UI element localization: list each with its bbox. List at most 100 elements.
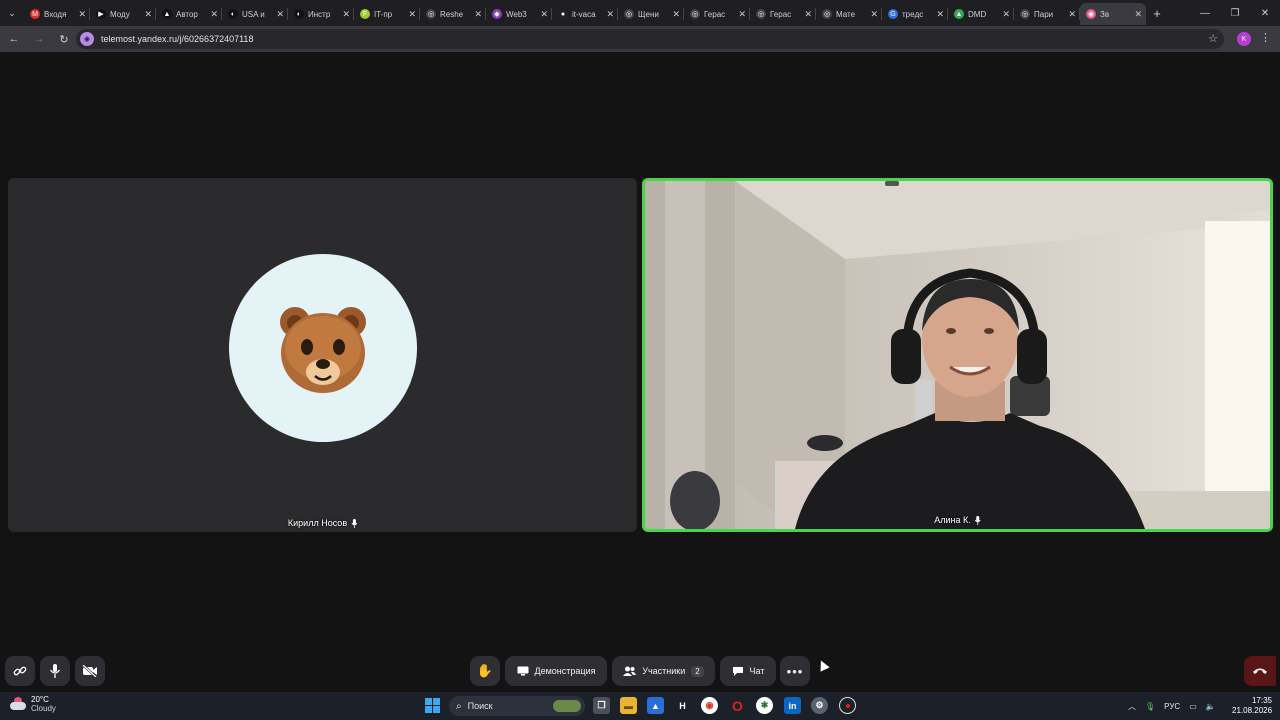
- volume-icon[interactable]: 🔈: [1206, 702, 1216, 711]
- settings-gear-icon[interactable]: ⚙: [811, 697, 828, 714]
- forward-arrow-icon[interactable]: →: [28, 28, 50, 50]
- tab-favicon-icon: ◎: [822, 9, 832, 19]
- input-language[interactable]: РУС: [1164, 702, 1180, 711]
- more-dots-icon: •••: [786, 663, 804, 679]
- copy-link-button[interactable]: [5, 656, 35, 686]
- tab-close-icon[interactable]: ✕: [870, 9, 878, 20]
- participants-label: Участники: [642, 666, 686, 676]
- close-window-icon[interactable]: ✕: [1250, 0, 1280, 26]
- tab-title: Инстр: [308, 9, 331, 19]
- browser-tab[interactable]: ▶ Моду ✕: [90, 3, 156, 25]
- tab-close-icon[interactable]: ✕: [804, 9, 812, 20]
- tray-mic-icon[interactable]: 🎙: [1145, 702, 1155, 711]
- active-speaker-tile[interactable]: Алина К.: [642, 178, 1273, 532]
- url-text[interactable]: telemost.yandex.ru/j/60266372407118: [101, 34, 253, 44]
- browser-tab[interactable]: ◎ Пари ✕: [1014, 3, 1080, 25]
- browser-tab[interactable]: M Входя ✕: [24, 3, 90, 25]
- tab-title: Web3: [506, 9, 527, 19]
- clock-date: 21.08.2026: [1232, 706, 1273, 715]
- tab-favicon-icon: ◐: [294, 9, 304, 19]
- chat-button[interactable]: Чат: [720, 656, 776, 686]
- hang-up-phone-icon: [1253, 668, 1267, 674]
- browser-tab[interactable]: ◎ Мате ✕: [816, 3, 882, 25]
- browser-tabstrip: ⌄ M Входя ✕ ▶ Моду ✕ ▲ Автор ✕ ◐ USA и ✕ ◐ Инстр ✕ F IT-…: [0, 0, 1280, 26]
- tab-title: Моду: [110, 9, 130, 19]
- address-bar[interactable]: ◉ telemost.yandex.ru/j/60266372407118 ☆: [76, 29, 1224, 49]
- microphone-toggle-button[interactable]: [40, 656, 70, 686]
- tab-favicon-icon: ▲: [954, 9, 964, 19]
- tab-close-icon[interactable]: ✕: [342, 9, 350, 20]
- tab-title: DMD: [968, 9, 987, 19]
- file-explorer-icon[interactable]: ▬: [620, 697, 637, 714]
- tab-search-icon[interactable]: ⌄: [0, 0, 24, 26]
- meeting-stage: Кирилл Носов Алина К. ✋ Демонстрация Уча…: [0, 52, 1280, 692]
- browser-tab[interactable]: ◎ Reshe ✕: [420, 3, 486, 25]
- browser-tab[interactable]: ▲ DMD ✕: [948, 3, 1014, 25]
- tab-close-icon[interactable]: ✕: [540, 9, 548, 20]
- tray-chevron-up-icon[interactable]: ︿: [1128, 701, 1136, 712]
- tab-close-icon[interactable]: ✕: [738, 9, 746, 20]
- participant-tile[interactable]: Кирилл Носов: [8, 178, 637, 532]
- tab-close-icon[interactable]: ✕: [210, 9, 218, 20]
- tab-close-icon[interactable]: ✕: [276, 9, 284, 20]
- tab-close-icon[interactable]: ✕: [408, 9, 416, 20]
- participants-button[interactable]: Участники 2: [612, 656, 715, 686]
- site-info-icon[interactable]: ◉: [80, 32, 94, 46]
- cloudy-weather-icon: [10, 697, 26, 711]
- weather-widget[interactable]: 20°C Cloudy: [10, 695, 56, 713]
- bookmark-star-icon[interactable]: ☆: [1208, 32, 1218, 45]
- tab-close-icon[interactable]: ✕: [1068, 9, 1076, 20]
- camera-toggle-button[interactable]: [75, 656, 105, 686]
- tab-close-icon[interactable]: ✕: [1002, 9, 1010, 20]
- browser-menu-icon[interactable]: ⋮: [1260, 31, 1271, 44]
- participant-name-tag: Кирилл Носов: [288, 518, 357, 528]
- browser-tab[interactable]: ◎ Герас ✕: [684, 3, 750, 25]
- tab-favicon-icon: F: [360, 9, 370, 19]
- tab-title: USA и: [242, 9, 265, 19]
- maximize-icon[interactable]: ❐: [1220, 0, 1250, 26]
- reload-icon[interactable]: ↻: [53, 28, 75, 50]
- tab-close-icon[interactable]: ✕: [1134, 9, 1142, 20]
- browser-tab[interactable]: Gтрeдс ✕: [882, 3, 948, 25]
- browser-tab[interactable]: F IT-пр ✕: [354, 3, 420, 25]
- opera-icon[interactable]: O: [729, 697, 746, 714]
- network-icon[interactable]: ▭: [1189, 702, 1197, 711]
- notes-app-icon[interactable]: H: [674, 697, 691, 714]
- task-view-icon[interactable]: ❐: [593, 697, 610, 714]
- tab-title: Reshe: [440, 9, 464, 19]
- photos-app-icon[interactable]: ▲: [647, 697, 664, 714]
- taskbar-clock[interactable]: 17:35 21.08.2026: [1232, 696, 1272, 716]
- slack-icon[interactable]: ✱: [756, 697, 773, 714]
- browser-tab[interactable]: ▲ Автор ✕: [156, 3, 222, 25]
- search-highlight-icon: [553, 700, 581, 712]
- tab-close-icon[interactable]: ✕: [474, 9, 482, 20]
- browser-tab[interactable]: ● it-vaca ✕: [552, 3, 618, 25]
- recording-app-icon[interactable]: [839, 697, 856, 714]
- browser-tab[interactable]: ◉ Зв ✕: [1080, 3, 1146, 25]
- taskbar-search-box[interactable]: ⌕ Поиск: [449, 696, 585, 716]
- leave-call-button[interactable]: [1244, 656, 1276, 686]
- screen-share-button[interactable]: Демонстрация: [505, 656, 607, 686]
- minimize-icon[interactable]: —: [1190, 0, 1220, 26]
- participant-name: Алина К.: [934, 515, 971, 525]
- more-options-button[interactable]: •••: [780, 656, 810, 686]
- tab-close-icon[interactable]: ✕: [936, 9, 944, 20]
- bear-avatar-icon: [280, 307, 366, 393]
- tab-close-icon[interactable]: ✕: [672, 9, 680, 20]
- profile-avatar[interactable]: K: [1237, 32, 1251, 46]
- chrome-icon[interactable]: ◉: [701, 697, 718, 714]
- tab-close-icon[interactable]: ✕: [606, 9, 614, 20]
- camera-off-icon: [82, 665, 97, 677]
- browser-tab[interactable]: ◎ Герас ✕: [750, 3, 816, 25]
- raise-hand-button[interactable]: ✋: [470, 656, 500, 686]
- tab-close-icon[interactable]: ✕: [78, 9, 86, 20]
- browser-tab[interactable]: ◆ Web3 ✕: [486, 3, 552, 25]
- windows-start-icon[interactable]: [425, 698, 440, 713]
- browser-tab[interactable]: ◐ Инстр ✕: [288, 3, 354, 25]
- browser-tab[interactable]: ◎ Щени ✕: [618, 3, 684, 25]
- linkedin-icon[interactable]: in: [784, 697, 801, 714]
- browser-tab[interactable]: ◐ USA и ✕: [222, 3, 288, 25]
- new-tab-button[interactable]: +: [1146, 6, 1168, 21]
- back-arrow-icon[interactable]: ←: [3, 28, 25, 50]
- tab-close-icon[interactable]: ✕: [144, 9, 152, 20]
